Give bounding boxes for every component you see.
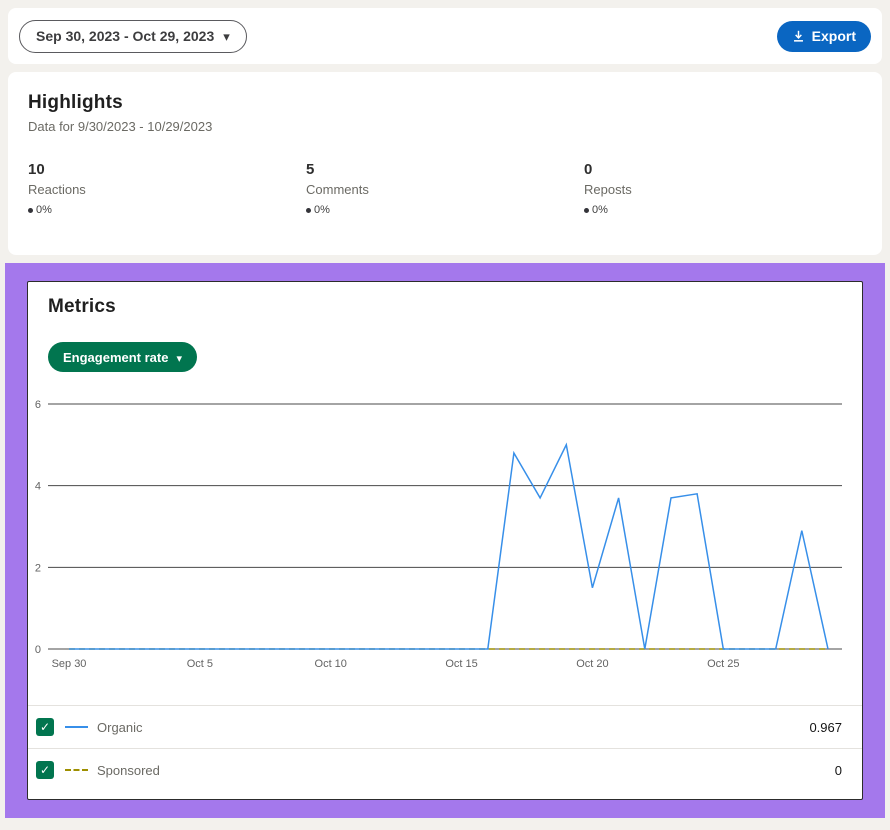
chevron-down-icon — [176, 350, 182, 365]
legend-label: Sponsored — [97, 763, 160, 778]
export-button[interactable]: Export — [777, 21, 871, 52]
metric-selector[interactable]: Engagement rate — [48, 342, 197, 372]
stat-label: Reposts — [584, 182, 862, 197]
metrics-card: Metrics Engagement rate 0 2 4 6 Sep 30 Oct 5 O… — [27, 281, 863, 800]
svg-text:Oct 20: Oct 20 — [576, 658, 608, 670]
highlight-overlay: Metrics Engagement rate 0 2 4 6 Sep 30 Oct 5 O… — [5, 263, 885, 818]
highlights-title: Highlights — [28, 92, 862, 114]
date-range-selector[interactable]: Sep 30, 2023 - Oct 29, 2023 — [19, 20, 247, 53]
chart-legend: Organic 0.967 Sponsored 0 — [28, 705, 862, 791]
svg-text:Oct 15: Oct 15 — [445, 658, 477, 670]
stat-value: 10 — [28, 161, 306, 178]
metrics-chart: 0 2 4 6 Sep 30 Oct 5 Oct 10 Oct 15 Oct 20 Oct 25 — [28, 390, 864, 675]
stat-delta: 0% — [584, 204, 862, 216]
chevron-down-icon — [223, 28, 230, 44]
legend-value: 0.967 — [809, 720, 842, 735]
stat-reactions: 10 Reactions 0% — [28, 161, 306, 216]
svg-text:0: 0 — [35, 644, 41, 656]
svg-text:Oct 25: Oct 25 — [707, 658, 739, 670]
download-icon — [792, 30, 805, 43]
dot-icon — [584, 208, 589, 213]
svg-text:Oct 5: Oct 5 — [187, 658, 213, 670]
stat-delta: 0% — [306, 204, 584, 216]
svg-text:Oct 10: Oct 10 — [315, 658, 347, 670]
stat-delta-value: 0% — [314, 204, 330, 216]
dot-icon — [28, 208, 33, 213]
highlights-subtitle: Data for 9/30/2023 - 10/29/2023 — [28, 119, 862, 134]
stat-value: 5 — [306, 161, 584, 178]
stat-reposts: 0 Reposts 0% — [584, 161, 862, 216]
toolbar: Sep 30, 2023 - Oct 29, 2023 Export — [8, 8, 882, 64]
svg-text:Sep 30: Sep 30 — [52, 658, 87, 670]
organic-checkbox[interactable] — [36, 718, 54, 736]
dot-icon — [306, 208, 311, 213]
legend-row-organic: Organic 0.967 — [28, 705, 862, 748]
stats-row: 10 Reactions 0% 5 Comments 0% 0 Reposts … — [28, 161, 862, 216]
sponsored-line-sample — [65, 769, 88, 771]
stat-delta: 0% — [28, 204, 306, 216]
metrics-title: Metrics — [48, 296, 842, 318]
legend-value: 0 — [835, 763, 842, 778]
stat-delta-value: 0% — [592, 204, 608, 216]
sponsored-checkbox[interactable] — [36, 761, 54, 779]
highlights-card: Highlights Data for 9/30/2023 - 10/29/20… — [8, 72, 882, 255]
stat-value: 0 — [584, 161, 862, 178]
date-range-label: Sep 30, 2023 - Oct 29, 2023 — [36, 28, 214, 44]
svg-text:6: 6 — [35, 399, 41, 411]
export-label: Export — [812, 28, 856, 44]
stat-delta-value: 0% — [36, 204, 52, 216]
svg-text:4: 4 — [35, 481, 41, 493]
stat-label: Reactions — [28, 182, 306, 197]
legend-label: Organic — [97, 720, 143, 735]
stat-label: Comments — [306, 182, 584, 197]
svg-text:2: 2 — [35, 562, 41, 574]
stat-comments: 5 Comments 0% — [306, 161, 584, 216]
organic-line-sample — [65, 726, 88, 728]
legend-row-sponsored: Sponsored 0 — [28, 748, 862, 791]
metric-selector-label: Engagement rate — [63, 350, 168, 365]
